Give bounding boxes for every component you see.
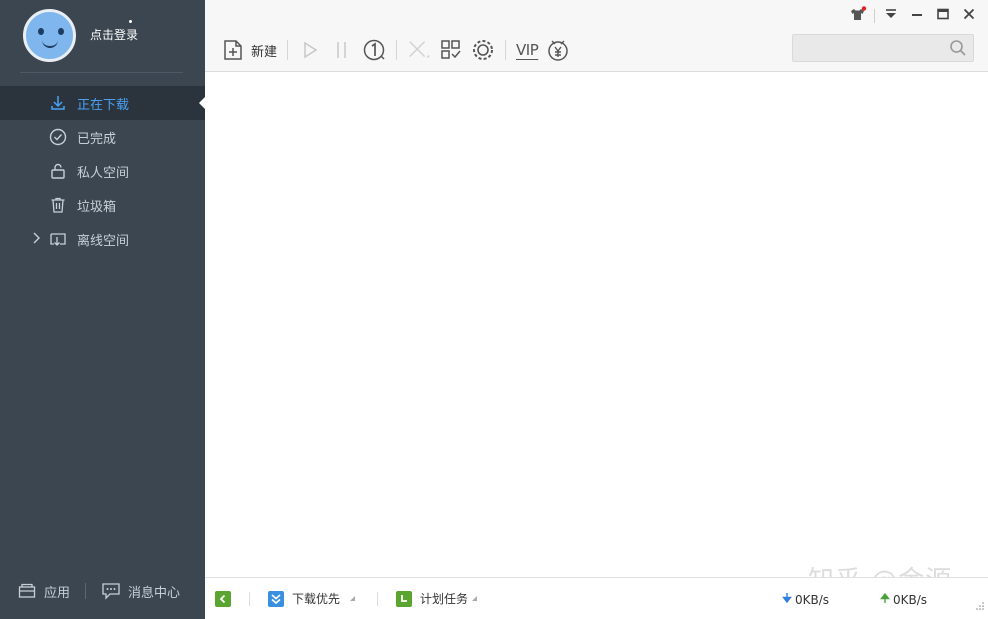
delete-x-icon (407, 38, 431, 62)
window-controls-divider (874, 9, 875, 23)
sidebar-item-label: 离线空间 (77, 233, 130, 249)
close-icon (963, 8, 975, 24)
search-box (792, 34, 974, 62)
vip-label: VIP (516, 41, 539, 59)
toolbar-divider (505, 40, 507, 60)
maximize-button[interactable] (930, 6, 956, 26)
lock-icon (48, 161, 68, 181)
vip-button[interactable]: VIP (512, 36, 542, 64)
upload-speed: 0KB/s (879, 592, 927, 607)
sidebar-item-label: 私人空间 (77, 165, 130, 181)
sidebar-nav: 正在下载 已完成 私人空间 垃圾箱 离线空间 (0, 86, 205, 256)
start-button[interactable] (294, 36, 326, 64)
chat-bubble-icon (101, 581, 121, 601)
collapse-sidebar-button[interactable] (215, 590, 231, 607)
status-divider (249, 591, 250, 606)
scheduled-task-button[interactable]: 计划任务 (396, 590, 478, 607)
menu-dropdown-button[interactable] (878, 6, 904, 26)
maximize-icon (937, 8, 949, 24)
sidebar-item-label: 已完成 (77, 131, 117, 147)
sidebar-item-label: 垃圾箱 (77, 199, 117, 215)
check-circle-icon (48, 127, 68, 147)
single-task-mode-button[interactable] (358, 36, 390, 64)
pause-button[interactable] (326, 36, 358, 64)
dropdown-triangle-icon (472, 596, 478, 601)
toolbar: 新建 VIP (217, 36, 574, 64)
download-priority-button[interactable]: 下载优先 (268, 590, 356, 607)
user-avatar[interactable] (23, 9, 76, 62)
download-speed-value: 0KB/s (795, 592, 830, 607)
avatar-mouth (42, 40, 58, 48)
sidebar-footer: 应用 消息中心 (0, 578, 205, 604)
new-task-label: 新建 (251, 44, 278, 60)
number-one-circle-icon (362, 38, 386, 62)
apps-button[interactable]: 应用 (17, 581, 70, 601)
message-center-button[interactable]: 消息中心 (101, 581, 180, 601)
top-bar: 新建 VIP (205, 0, 988, 72)
footer-divider (85, 583, 87, 599)
scheduled-task-label: 计划任务 (420, 592, 469, 606)
search-input[interactable] (793, 35, 943, 61)
toolbar-divider (287, 40, 289, 60)
skin-button[interactable] (845, 6, 871, 26)
tshirt-icon (849, 6, 867, 26)
arrow-down-icon (781, 592, 793, 607)
sidebar-item-trash[interactable]: 垃圾箱 (0, 188, 205, 222)
avatar-right-eye (58, 28, 64, 35)
download-speed: 0KB/s (781, 592, 829, 607)
minimize-button[interactable] (904, 6, 930, 26)
sidebar-item-label: 正在下载 (77, 97, 130, 113)
apps-label: 应用 (44, 585, 71, 601)
close-button[interactable] (956, 6, 982, 26)
double-chevron-down-icon (268, 590, 284, 607)
new-file-icon (221, 38, 245, 62)
download-arrow-icon (48, 93, 68, 113)
pause-icon (330, 38, 354, 62)
arrow-up-icon (879, 592, 891, 607)
sidebar-item-downloading[interactable]: 正在下载 (0, 86, 205, 120)
sidebar-item-completed[interactable]: 已完成 (0, 120, 205, 154)
chevron-down-icon (884, 8, 898, 24)
toolbar-divider (396, 40, 398, 60)
download-list-area[interactable] (205, 73, 988, 577)
main-panel: 新建 VIP 下载优先 计划任务 0KB/s 0KB/s (205, 0, 988, 619)
avatar-left-eye (38, 28, 44, 35)
apps-icon (17, 581, 37, 601)
new-task-button[interactable]: 新建 (217, 36, 281, 64)
chevron-left-icon (215, 590, 231, 607)
trash-icon (48, 195, 68, 215)
gear-icon (471, 38, 495, 62)
sidebar-divider (20, 72, 183, 73)
chevron-right-icon[interactable] (32, 232, 40, 247)
status-bar: 下载优先 计划任务 0KB/s 0KB/s (205, 577, 988, 619)
minimize-icon (911, 8, 923, 24)
qr-code-button[interactable] (435, 36, 467, 64)
search-icon[interactable] (949, 39, 967, 61)
clock-icon (396, 590, 413, 607)
window-controls (845, 6, 982, 26)
sidebar-item-offline-space[interactable]: 离线空间 (0, 222, 205, 256)
cloud-download-icon (48, 229, 68, 249)
play-icon (298, 38, 322, 62)
qr-grid-icon (439, 38, 463, 62)
notification-dot (129, 20, 132, 23)
delete-button[interactable] (403, 36, 435, 64)
status-divider (377, 591, 379, 606)
settings-button[interactable] (467, 36, 499, 64)
coin-button[interactable] (542, 36, 574, 64)
sidebar: 点击登录 正在下载 已完成 私人空间 垃圾箱 离线空间 应用 消息中心 (0, 0, 205, 619)
dropdown-triangle-icon (350, 596, 356, 601)
upload-speed-value: 0KB/s (893, 592, 928, 607)
login-link[interactable]: 点击登录 (90, 26, 138, 43)
message-center-label: 消息中心 (128, 585, 181, 601)
resize-grip-icon[interactable] (976, 599, 984, 613)
sidebar-item-private-space[interactable]: 私人空间 (0, 154, 205, 188)
yuan-coin-icon (546, 38, 570, 62)
download-priority-label: 下载优先 (292, 592, 341, 606)
